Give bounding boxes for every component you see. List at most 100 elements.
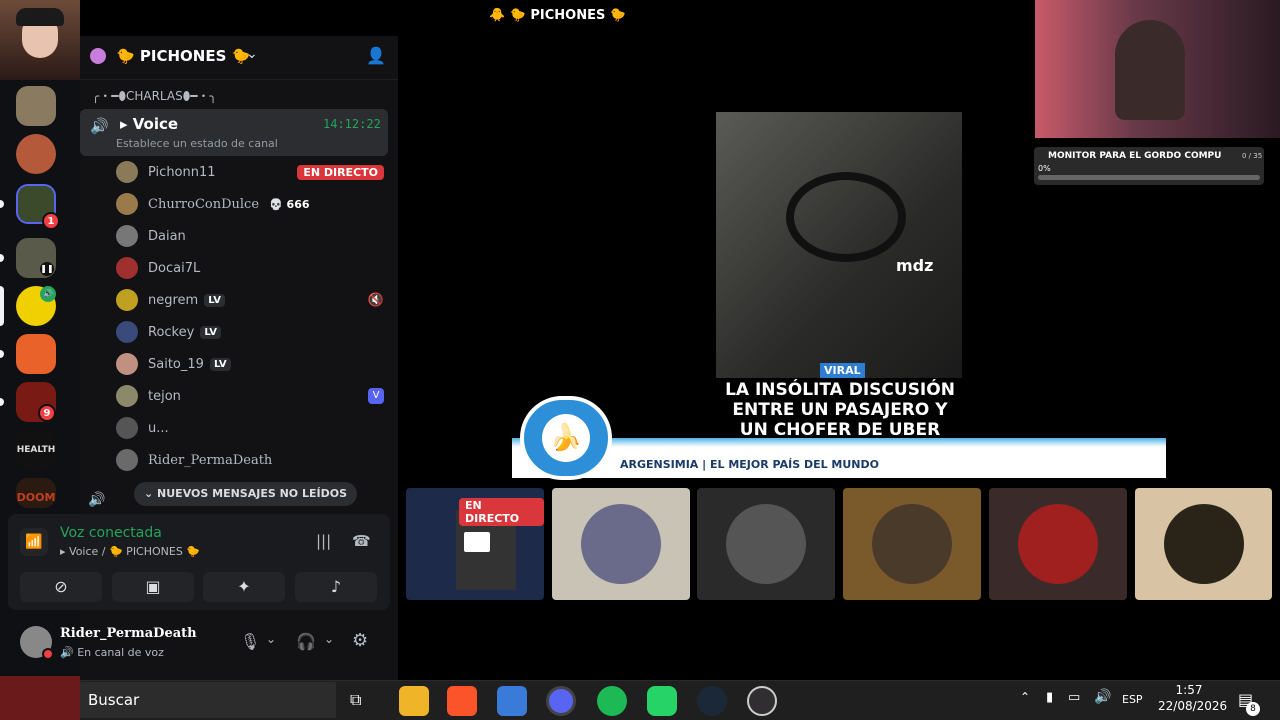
live-badge: EN DIRECTO	[459, 498, 544, 526]
user-status: 🔊 En canal de voz	[60, 646, 164, 659]
unread-badge: 1	[42, 212, 60, 230]
noise-suppression-icon[interactable]: |||	[316, 532, 331, 550]
chevron-up-icon[interactable]: ⌃	[1020, 690, 1030, 704]
category-header[interactable]: ╭・━⬮CHARLAS⬮━・╮	[92, 87, 217, 104]
voice-member[interactable]: Saito_19 LV	[116, 351, 384, 377]
server-icon[interactable]	[16, 134, 56, 174]
obs-icon[interactable]	[747, 686, 777, 716]
gear-icon[interactable]: ⚙	[352, 630, 368, 651]
soundboard-button[interactable]: ♪	[295, 572, 377, 602]
voice-member[interactable]: u...	[116, 415, 384, 441]
stream-thumbnail	[0, 676, 80, 720]
server-name: 🐤 PICHONES 🐤	[116, 47, 251, 65]
server-icon[interactable]: DOOM	[16, 478, 56, 508]
server-icon[interactable]	[16, 86, 56, 126]
speaker-icon: 🔊	[60, 646, 78, 659]
goal-title: MONITOR PARA EL GORDO COMPU	[1048, 151, 1222, 161]
speaker-icon: 🔊	[40, 286, 56, 302]
volume-icon[interactable]: 🔊	[1094, 689, 1111, 705]
channel-status[interactable]: Establece un estado de canal	[116, 137, 278, 150]
dnd-status-icon	[42, 648, 54, 660]
store-icon[interactable]	[497, 686, 527, 716]
participant-tile[interactable]	[989, 488, 1127, 600]
tag-badge: 💀 666	[269, 197, 310, 211]
participant-tile[interactable]	[843, 488, 981, 600]
pause-icon: ❚❚	[40, 262, 54, 276]
unread-badge: 9	[38, 404, 56, 422]
muted-icon: 🔇	[367, 292, 384, 308]
live-badge: EN DIRECTO	[297, 164, 384, 180]
user-panel: Rider_PermaDeath 🔊 En canal de voz 🎙 ⌄ 🎧…	[8, 618, 390, 670]
signal-icon[interactable]: 📶	[20, 528, 48, 556]
notification-count: 8	[1246, 702, 1260, 716]
username: Rider_PermaDeath	[60, 626, 197, 641]
goal-widget: MONITOR PARA EL GORDO COMPU 0 / 35 0%	[1034, 147, 1264, 185]
speaker-icon: 🔊	[90, 117, 109, 135]
voice-location[interactable]: ▸ Voice / 🐤 PICHONES 🐤	[60, 545, 200, 558]
spotify-icon[interactable]	[597, 686, 627, 716]
add-member-icon[interactable]: 👤	[366, 46, 386, 65]
clock[interactable]: 1:57 22/08/2026	[1158, 683, 1227, 713]
participant-tile[interactable]	[1135, 488, 1272, 600]
chevron-down-icon[interactable]: ⌄	[324, 632, 334, 646]
headline: LA INSÓLITA DISCUSIÓN ENTRE UN PASAJERO …	[725, 380, 955, 440]
chevron-down-icon[interactable]: ⌄	[266, 632, 276, 646]
server-icon[interactable]	[16, 334, 56, 374]
voice-status: Voz conectada	[60, 525, 162, 541]
voice-member[interactable]: Docai7L	[116, 255, 384, 281]
language-indicator[interactable]: ESP	[1122, 693, 1143, 706]
brave-icon[interactable]	[447, 686, 477, 716]
viral-tag: VIRAL	[820, 363, 865, 378]
person	[1115, 20, 1185, 120]
participant-tile[interactable]	[552, 488, 690, 600]
search-box[interactable]: Buscar	[80, 682, 336, 718]
level-badge: LV	[204, 293, 225, 307]
chevron-down-icon: ⌄	[144, 487, 158, 500]
stream-video[interactable]: mdz	[716, 112, 962, 378]
window-title: 🐥 🐤 PICHONES 🐤	[80, 0, 1035, 34]
watermark: mdz	[896, 256, 934, 275]
banana-icon: 🍌	[542, 414, 590, 462]
whatsapp-icon[interactable]	[647, 686, 677, 716]
call-timer: 14:12:22	[323, 117, 381, 131]
task-view-icon[interactable]: ⧉	[350, 690, 361, 710]
network-icon[interactable]: ▭	[1068, 690, 1080, 705]
discord-icon[interactable]	[546, 686, 576, 716]
goal-progress-bar	[1038, 175, 1260, 180]
chevron-down-icon[interactable]: ⌄	[246, 46, 258, 62]
voice-channel-row[interactable]: 🔊 ▸ Voice 14:12:22 Establece un estado d…	[80, 109, 388, 156]
boost-icon	[90, 48, 106, 64]
battery-icon[interactable]: ▮	[1046, 690, 1053, 705]
level-badge: LV	[209, 357, 231, 371]
voice-member[interactable]: ChurroConDulce 💀 666	[116, 191, 384, 217]
steam-icon[interactable]	[697, 686, 727, 716]
search-input[interactable]: Buscar	[88, 691, 139, 709]
webcam-feed	[1035, 0, 1280, 138]
webcam-overlay	[0, 0, 80, 80]
server-icon[interactable]: HEALTH	[16, 430, 56, 470]
goal-count: 0 / 35	[1242, 152, 1263, 160]
camera-toggle-button[interactable]: ⊘	[20, 572, 102, 602]
server-header[interactable]: 🐤 PICHONES 🐤 ⌄ 👤	[80, 36, 398, 80]
ticker-text: ARGENSIMIA | EL MEJOR PAÍS DEL MUNDO	[620, 458, 879, 471]
voice-member[interactable]: negrem LV 🔇	[116, 287, 384, 313]
voice-member[interactable]: Rider_PermaDeath	[116, 447, 384, 473]
participant-tile[interactable]	[697, 488, 835, 600]
screen-share-button[interactable]: ▣	[112, 572, 194, 602]
file-explorer-icon[interactable]	[399, 686, 429, 716]
microphone-icon[interactable]: 🎙	[240, 632, 260, 651]
voice-member[interactable]: Rockey LV	[116, 319, 384, 345]
voice-member[interactable]: tejon V	[116, 383, 384, 409]
channel-name: ▸ Voice	[120, 115, 179, 133]
banana-logo: 🍌	[520, 396, 612, 480]
activities-button[interactable]: ✦	[203, 572, 285, 602]
voice-member[interactable]: Pichonn11 EN DIRECTO	[116, 159, 384, 185]
monitor-icon	[464, 532, 490, 552]
headset-icon[interactable]: 🎧	[296, 632, 316, 651]
disconnect-icon[interactable]: ☎	[352, 532, 371, 550]
unread-messages-banner[interactable]: ⌄ NUEVOS MENSAJES NO LEÍDOS	[134, 482, 357, 506]
speaker-icon: 🔊	[88, 492, 106, 508]
goal-percent: 0%	[1038, 164, 1051, 173]
voice-member[interactable]: Daian	[116, 223, 384, 249]
participant-tile[interactable]: EN DIRECTO	[406, 488, 544, 600]
